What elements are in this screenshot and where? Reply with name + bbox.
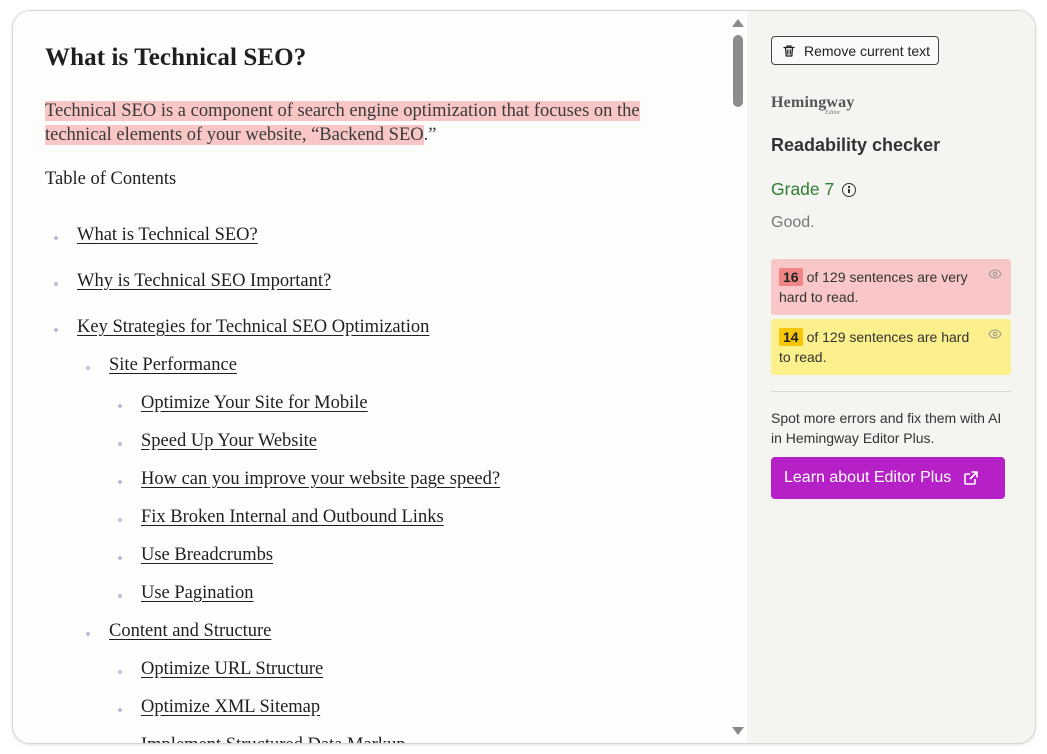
intro-paragraph: Technical SEO is a component of search e… bbox=[45, 99, 695, 147]
toc-link[interactable]: Fix Broken Internal and Outbound Links bbox=[141, 507, 444, 528]
hemingway-logo: Hemingway bbox=[771, 94, 855, 111]
toc-link[interactable]: Speed Up Your Website bbox=[141, 431, 317, 452]
toc-bullet bbox=[54, 236, 58, 240]
remove-button-label: Remove current text bbox=[804, 42, 931, 59]
hard-sentences-card[interactable]: 14 of 129 sentences are hard to read. bbox=[771, 319, 1011, 375]
sidebar: Remove current text Hemingway Editor Rea… bbox=[747, 11, 1035, 743]
toc-link[interactable]: Site Performance bbox=[109, 355, 237, 376]
sidebar-divider bbox=[771, 391, 1011, 392]
app-window: What is Technical SEO? Technical SEO is … bbox=[12, 10, 1036, 744]
scroll-down-icon[interactable] bbox=[732, 727, 744, 735]
toc-bullet bbox=[86, 366, 90, 370]
eye-icon[interactable] bbox=[988, 269, 1002, 279]
grade-description: Good. bbox=[771, 214, 815, 231]
toc-link[interactable]: Use Pagination bbox=[141, 583, 254, 604]
trash-icon bbox=[783, 44, 795, 57]
very-hard-sentences-card[interactable]: 16 of 129 sentences are very hard to read… bbox=[771, 259, 1011, 315]
editor-pane[interactable]: What is Technical SEO? Technical SEO is … bbox=[13, 11, 747, 743]
editor-plus-promo: Spot more errors and fix them with AI in… bbox=[771, 410, 1002, 446]
very-hard-text: of 129 sentences are very hard to read. bbox=[779, 269, 968, 305]
toc-bullet bbox=[54, 282, 58, 286]
toc-link[interactable]: Why is Technical SEO Important? bbox=[77, 271, 331, 292]
eye-icon[interactable] bbox=[988, 329, 1002, 339]
toc-link[interactable]: Optimize Your Site for Mobile bbox=[141, 393, 368, 414]
toc-link[interactable]: Key Strategies for Technical SEO Optimiz… bbox=[77, 317, 429, 338]
toc-link[interactable]: Content and Structure bbox=[109, 621, 271, 642]
toc-bullet bbox=[86, 632, 90, 636]
toc-bullet bbox=[118, 594, 122, 598]
toc-heading: Table of Contents bbox=[45, 169, 177, 189]
toc-bullet bbox=[118, 708, 122, 712]
toc-link[interactable]: Use Breadcrumbs bbox=[141, 545, 273, 566]
toc-link[interactable]: How can you improve your website page sp… bbox=[141, 469, 500, 490]
toc-link[interactable]: Implement Structured Data Markup bbox=[141, 735, 406, 743]
toc-bullet bbox=[118, 404, 122, 408]
scroll-up-icon[interactable] bbox=[732, 19, 744, 27]
external-link-icon bbox=[964, 471, 979, 485]
very-hard-count: 16 bbox=[779, 268, 803, 286]
remove-current-text-button[interactable]: Remove current text bbox=[771, 36, 940, 65]
toc-link[interactable]: What is Technical SEO? bbox=[77, 225, 258, 246]
toc-bullet bbox=[54, 328, 58, 332]
toc-bullet bbox=[118, 556, 122, 560]
readability-checker-title: Readability checker bbox=[771, 135, 941, 155]
toc-bullet bbox=[118, 670, 122, 674]
toc-bullet bbox=[118, 442, 122, 446]
intro-paragraph-end: .” bbox=[423, 125, 437, 145]
grade-level: Grade 7 bbox=[771, 179, 857, 200]
editor-scrollbar[interactable] bbox=[729, 15, 747, 739]
hard-count: 14 bbox=[779, 328, 803, 346]
hard-text: of 129 sentences are hard to read. bbox=[779, 329, 970, 365]
plus-button-label: Learn about Editor Plus bbox=[784, 469, 952, 486]
learn-editor-plus-button[interactable]: Learn about Editor Plus bbox=[771, 457, 1005, 499]
grade-label: Grade 7 bbox=[771, 179, 835, 199]
hemingway-logo-sub: Editor bbox=[825, 110, 841, 116]
scroll-thumb[interactable] bbox=[733, 35, 743, 107]
very-hard-sentence-highlight: Technical SEO is a component of search e… bbox=[45, 101, 640, 145]
info-icon[interactable] bbox=[842, 182, 857, 197]
toc-bullet bbox=[118, 480, 122, 484]
document-title: What is Technical SEO? bbox=[45, 44, 307, 71]
toc-link[interactable]: Optimize XML Sitemap bbox=[141, 697, 320, 718]
toc-link[interactable]: Optimize URL Structure bbox=[141, 659, 323, 680]
toc-bullet bbox=[118, 518, 122, 522]
